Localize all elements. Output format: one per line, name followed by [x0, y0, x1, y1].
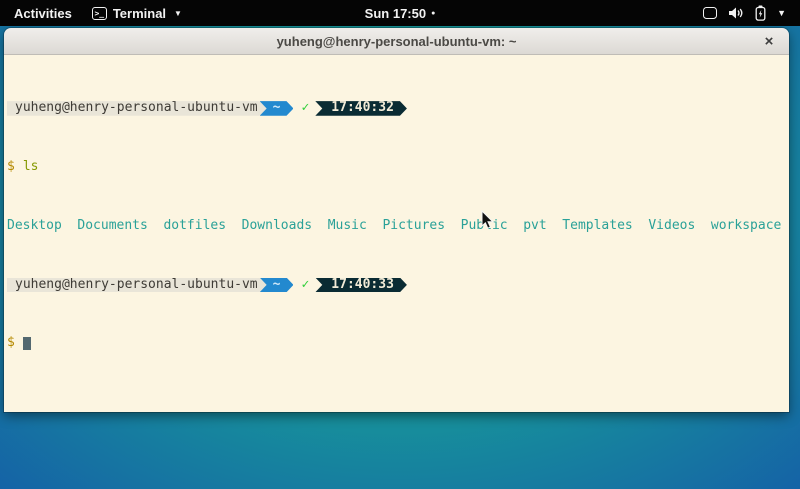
chevron-down-icon: ▼	[174, 9, 182, 18]
ls-output-line: Desktop Documents dotfiles Downloads Music Pi…	[7, 219, 789, 234]
check-icon: ✓	[293, 278, 315, 293]
app-menu-terminal[interactable]: >_ Terminal ▼	[92, 6, 182, 21]
dir-entry: Documents	[77, 219, 147, 234]
system-status-area[interactable]: ▼	[703, 5, 800, 21]
dir-entry: Music	[328, 219, 367, 234]
typed-command: ls	[23, 160, 39, 175]
check-icon: ✓	[293, 101, 315, 116]
dir-entry: Pictures	[382, 219, 445, 234]
prompt-time-segment: 17:40:33	[315, 278, 407, 293]
dir-entry: workspace	[711, 219, 781, 234]
notification-dot: ●	[431, 10, 435, 17]
prompt-line: yuheng@henry-personal-ubuntu-vm~✓17:40:3…	[7, 101, 789, 116]
dir-entry: Public	[461, 219, 508, 234]
terminal-cursor	[23, 337, 31, 350]
terminal-content[interactable]: yuheng@henry-personal-ubuntu-vm~✓17:40:3…	[4, 55, 789, 412]
prompt-time-segment: 17:40:32	[315, 101, 407, 116]
prompt-user-segment: yuheng@henry-personal-ubuntu-vm	[7, 278, 267, 293]
app-menu-label: Terminal	[113, 6, 166, 21]
close-button[interactable]: ×	[757, 28, 781, 55]
prompt-user-segment: yuheng@henry-personal-ubuntu-vm	[7, 101, 267, 116]
dir-entry: pvt	[523, 219, 546, 234]
clock-label: Sun 17:50	[365, 6, 426, 21]
prompt-line: yuheng@henry-personal-ubuntu-vm~✓17:40:3…	[7, 278, 789, 293]
topbar-left: Activities >_ Terminal ▼	[0, 4, 182, 23]
gnome-top-bar: Activities >_ Terminal ▼ Sun 17:50 ● ▼	[0, 0, 800, 26]
dir-entry: Templates	[562, 219, 632, 234]
prompt-dollar: $	[7, 336, 15, 351]
current-input-line: $	[7, 336, 789, 351]
activities-button[interactable]: Activities	[10, 4, 76, 23]
window-titlebar[interactable]: yuheng@henry-personal-ubuntu-vm: ~ ×	[4, 28, 789, 55]
terminal-app-icon: >_	[92, 7, 107, 20]
battery-charging-icon	[755, 5, 766, 21]
dir-entry: Videos	[648, 219, 695, 234]
screen-share-icon	[703, 7, 717, 19]
dir-entry: dotfiles	[163, 219, 226, 234]
prompt-dollar: $	[7, 160, 15, 175]
terminal-window: yuheng@henry-personal-ubuntu-vm: ~ × yuh…	[4, 28, 789, 412]
dir-entry: Downloads	[242, 219, 312, 234]
window-title: yuheng@henry-personal-ubuntu-vm: ~	[277, 34, 517, 49]
chevron-down-icon: ▼	[777, 8, 786, 18]
dir-entry: Desktop	[7, 219, 62, 234]
volume-icon	[728, 6, 744, 20]
command-line: $ ls	[7, 160, 789, 175]
